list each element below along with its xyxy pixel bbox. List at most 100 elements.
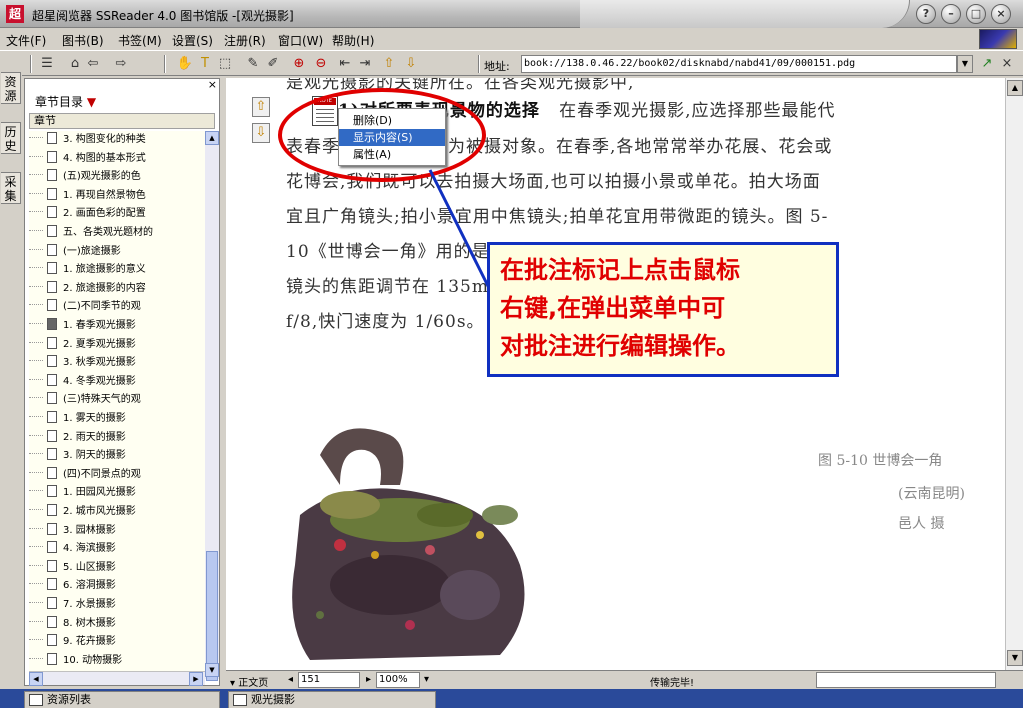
view-mode-label[interactable]: ▾ 正文页 bbox=[230, 674, 268, 689]
tree-item[interactable]: 9. 花卉摄影 bbox=[29, 633, 205, 651]
toolbar-separator bbox=[30, 55, 32, 73]
tree-item[interactable]: 5. 山区摄影 bbox=[29, 559, 205, 577]
last-page-icon[interactable]: ⇥ bbox=[356, 55, 374, 73]
highlight-pen-icon[interactable]: ✐ bbox=[264, 55, 282, 73]
tree-item-label: 8. 树木摄影 bbox=[63, 617, 116, 629]
tree-item[interactable]: 1. 旅途摄影的意义 bbox=[29, 261, 205, 279]
minimize-button[interactable]: – bbox=[941, 4, 961, 24]
page-up-icon[interactable]: ⇧ bbox=[380, 55, 398, 73]
page-icon bbox=[47, 652, 57, 665]
tree-item[interactable]: 4. 冬季观光摄影 bbox=[29, 373, 205, 391]
tree-connector bbox=[29, 155, 43, 157]
horizontal-scrollbar[interactable] bbox=[816, 672, 996, 688]
tree-connector bbox=[29, 341, 43, 343]
help-button[interactable]: ? bbox=[916, 4, 936, 24]
tab-resource-list[interactable]: 资源列表 bbox=[24, 691, 220, 708]
menu-file[interactable]: 文件(F) bbox=[6, 32, 46, 49]
tree-item[interactable]: 7. 水景摄影 bbox=[29, 596, 205, 614]
tree-connector bbox=[29, 267, 43, 269]
tree-item[interactable]: 2. 夏季观光摄影 bbox=[29, 336, 205, 354]
zoom-in-icon[interactable]: ⊕ bbox=[290, 55, 308, 73]
tree-item[interactable]: 2. 雨天的摄影 bbox=[29, 429, 205, 447]
forward-icon[interactable]: ⇨ bbox=[112, 55, 130, 73]
address-input[interactable]: book://138.0.46.22/book02/disknabd/nabd4… bbox=[521, 55, 957, 73]
tree-item-label: 4. 海滨摄影 bbox=[63, 543, 116, 555]
tab-history[interactable]: 历史 bbox=[1, 122, 21, 154]
menu-register[interactable]: 注册(R) bbox=[224, 32, 266, 49]
annotate-icon[interactable]: ✎ bbox=[244, 55, 262, 73]
scroll-up-icon[interactable]: ▲ bbox=[205, 131, 219, 145]
close-icon[interactable]: × bbox=[208, 78, 217, 91]
figure-caption-title: 图 5-10 世博会一角 bbox=[818, 453, 943, 469]
hand-tool-icon[interactable]: ✋ bbox=[176, 55, 194, 73]
tree-item[interactable]: 2. 旅途摄影的内容 bbox=[29, 280, 205, 298]
tree-item[interactable]: 3. 秋季观光摄影 bbox=[29, 354, 205, 372]
select-area-icon[interactable]: ⬚ bbox=[216, 55, 234, 73]
tree-item[interactable]: (四)不同景点的观 bbox=[29, 466, 205, 484]
zoom-out-icon[interactable]: ⊖ bbox=[312, 55, 330, 73]
tree-item[interactable]: (二)不同季节的观 bbox=[29, 298, 205, 316]
vertical-scrollbar[interactable]: ▲ ▼ bbox=[205, 131, 219, 681]
document-scrollbar[interactable]: ▲ ▼ bbox=[1005, 78, 1023, 670]
tree-item[interactable]: 3. 阴天的摄影 bbox=[29, 447, 205, 465]
home-icon[interactable]: ⌂ bbox=[66, 55, 84, 73]
tree-item[interactable]: 4. 海滨摄影 bbox=[29, 540, 205, 558]
tree-item[interactable]: (五)观光摄影的色 bbox=[29, 168, 205, 186]
scroll-left-icon[interactable]: ◀ bbox=[29, 672, 43, 686]
tree-item[interactable]: 2. 画面色彩的配置 bbox=[29, 205, 205, 223]
scroll-up-icon[interactable]: ▲ bbox=[1007, 80, 1023, 96]
panel-heading[interactable]: 章节目录 ▼ bbox=[25, 93, 219, 111]
tree-connector bbox=[29, 174, 43, 176]
tree-item[interactable]: 1. 雾天的摄影 bbox=[29, 410, 205, 428]
title-bar[interactable]: 超 超星阅览器 SSReader 4.0 图书馆版 -[观光摄影] ? – □ … bbox=[0, 0, 1023, 28]
menu-help[interactable]: 帮助(H) bbox=[332, 32, 374, 49]
chevron-down-icon[interactable]: ▾ bbox=[424, 674, 429, 685]
tree-item[interactable]: 五、各类观光题材的 bbox=[29, 224, 205, 242]
prev-note-icon[interactable]: ⇧ bbox=[252, 97, 270, 117]
menu-window[interactable]: 窗口(W) bbox=[278, 32, 323, 49]
tree-item[interactable]: 1. 春季观光摄影 bbox=[29, 317, 205, 335]
next-note-icon[interactable]: ⇩ bbox=[252, 123, 270, 143]
scroll-down-icon[interactable]: ▼ bbox=[205, 663, 219, 677]
scroll-right-icon[interactable]: ▶ bbox=[189, 672, 203, 686]
back-icon[interactable]: ⇦ bbox=[84, 55, 102, 73]
close-button[interactable]: × bbox=[991, 4, 1011, 24]
maximize-button[interactable]: □ bbox=[966, 4, 986, 24]
tree-item[interactable]: 3. 园林摄影 bbox=[29, 522, 205, 540]
scroll-thumb[interactable] bbox=[206, 551, 218, 681]
text-tool-icon[interactable]: T bbox=[196, 55, 214, 73]
page-prev-icon[interactable]: ◂ bbox=[288, 674, 293, 685]
go-icon[interactable]: ↗ bbox=[978, 55, 996, 73]
tree-item[interactable]: 2. 城市风光摄影 bbox=[29, 503, 205, 521]
page-icon bbox=[47, 559, 57, 572]
chevron-down-icon[interactable]: ▼ bbox=[87, 95, 96, 109]
tree-item[interactable]: 1. 田园风光摄影 bbox=[29, 484, 205, 502]
tab-resources[interactable]: 资源 bbox=[1, 72, 21, 104]
instruction-callout: 在批注标记上点击鼠标 右键,在弹出菜单中可 对批注进行编辑操作。 bbox=[487, 242, 839, 377]
tab-current-book[interactable]: 观光摄影 bbox=[228, 691, 436, 708]
menu-settings[interactable]: 设置(S) bbox=[172, 32, 213, 49]
zoom-select[interactable]: 100% bbox=[376, 672, 420, 688]
page-icon bbox=[47, 634, 57, 647]
page-down-icon[interactable]: ⇩ bbox=[402, 55, 420, 73]
horizontal-scrollbar[interactable]: ◀ ▶ bbox=[29, 671, 205, 686]
close-icon[interactable]: × bbox=[998, 55, 1016, 73]
menu-bookmark[interactable]: 书签(M) bbox=[118, 32, 162, 49]
tree-item[interactable]: 4. 构图的基本形式 bbox=[29, 150, 205, 168]
tree-item[interactable]: 10. 动物摄影 bbox=[29, 652, 205, 670]
page-next-icon[interactable]: ▸ bbox=[366, 674, 371, 685]
menu-book[interactable]: 图书(B) bbox=[62, 32, 104, 49]
tree-item[interactable]: 3. 构图变化的种类 bbox=[29, 131, 205, 149]
scroll-down-icon[interactable]: ▼ bbox=[1007, 650, 1023, 666]
tree-item[interactable]: (三)特殊天气的观 bbox=[29, 391, 205, 409]
tree-item[interactable]: (一)旅途摄影 bbox=[29, 243, 205, 261]
tree-item[interactable]: 1. 再现自然景物色 bbox=[29, 187, 205, 205]
toc-icon[interactable]: ☰ bbox=[38, 55, 56, 73]
tab-collect[interactable]: 采集 bbox=[1, 172, 21, 204]
page-number-input[interactable]: 151 bbox=[298, 672, 360, 688]
chevron-down-icon[interactable]: ▼ bbox=[957, 55, 973, 73]
tree-item[interactable]: 8. 树木摄影 bbox=[29, 615, 205, 633]
tree-item-label: 2. 城市风光摄影 bbox=[63, 506, 136, 517]
first-page-icon[interactable]: ⇤ bbox=[336, 55, 354, 73]
tree-item[interactable]: 6. 溶洞摄影 bbox=[29, 577, 205, 595]
